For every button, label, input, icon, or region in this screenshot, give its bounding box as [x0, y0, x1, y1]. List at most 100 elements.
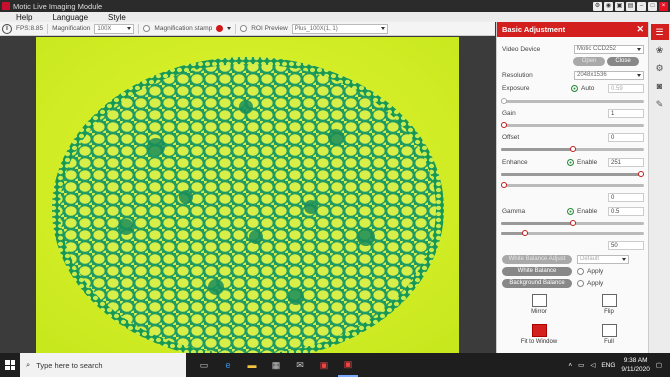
- magnification-stamp-radio[interactable]: [143, 25, 151, 32]
- system-tray: ˄ ▭ ◁ ENG 9:38 AM 9/11/2020 ▢: [568, 356, 670, 374]
- enhance-extra-field[interactable]: 0: [608, 192, 644, 202]
- menu-style[interactable]: Style: [108, 13, 126, 22]
- close-icon[interactable]: ✕: [636, 24, 644, 35]
- close-device-button[interactable]: Close: [607, 56, 639, 66]
- divider: [138, 23, 140, 34]
- network-icon[interactable]: ▭: [578, 361, 584, 369]
- white-balance-adjust-button[interactable]: White Balance Adjust: [502, 254, 572, 264]
- title-bar: Motic Live Imaging Module ⚙ ◉ ▣ ▤ – □ ×: [0, 0, 670, 12]
- menu-help[interactable]: Help: [16, 13, 32, 22]
- flip-label: Flip: [604, 309, 614, 315]
- gamma-enable-radio[interactable]: [567, 207, 574, 215]
- calibration-select[interactable]: Plus_100X(1, 1): [291, 23, 388, 34]
- exposure-slider[interactable]: [501, 97, 644, 104]
- resolution-value: 2048x1536: [577, 72, 607, 78]
- fps-readout: FPS:8.85: [16, 25, 44, 32]
- video-device-select[interactable]: Motic CCD252: [574, 44, 644, 54]
- mirror-label: Mirror: [531, 309, 547, 315]
- white-balance-mode-select[interactable]: Default: [577, 254, 629, 264]
- gain-field[interactable]: 1: [608, 108, 644, 118]
- magnification-value: 100X: [97, 25, 112, 32]
- chevron-down-icon: [127, 27, 132, 30]
- resolution-label: Resolution: [502, 71, 533, 79]
- chevron-down-icon: [637, 47, 641, 51]
- mail-icon[interactable]: ✉: [290, 353, 310, 377]
- gamma-extra-field[interactable]: 50: [608, 240, 644, 250]
- language-indicator[interactable]: ENG: [601, 362, 615, 369]
- enhance-extra-slider[interactable]: [501, 181, 644, 188]
- color-tab-icon[interactable]: ❀: [651, 42, 669, 58]
- info-icon[interactable]: i: [2, 23, 12, 34]
- panel-title: Basic Adjustment: [502, 25, 566, 34]
- motic-live-icon[interactable]: ▣: [338, 353, 358, 377]
- roi-preview-label: ROI Preview: [251, 25, 288, 32]
- motic-app-icon[interactable]: ▣: [314, 353, 334, 377]
- offset-field[interactable]: 0: [608, 132, 644, 142]
- stamp-color-swatch[interactable]: [216, 25, 224, 32]
- gamma-label: Gamma: [502, 207, 526, 215]
- magnification-select[interactable]: 100X: [94, 23, 135, 34]
- exposure-auto-radio[interactable]: [571, 84, 578, 92]
- tray-chevron-icon[interactable]: ˄: [568, 362, 572, 369]
- enhance-field[interactable]: 251: [608, 157, 644, 167]
- taskbar: ⌕ Type here to search ▭ e ▬ ▦ ✉ ▣ ▣ ˄ ▭ …: [0, 353, 670, 377]
- ruler-tab-icon[interactable]: ✎: [651, 96, 669, 112]
- start-button[interactable]: [0, 353, 20, 377]
- taskbar-search[interactable]: ⌕ Type here to search: [20, 353, 186, 377]
- panel-header: Basic Adjustment ✕: [497, 22, 648, 37]
- chevron-down-icon[interactable]: [227, 27, 232, 30]
- roi-preview-radio[interactable]: [240, 25, 248, 32]
- volume-icon[interactable]: ◁: [590, 361, 595, 369]
- clock-time: 9:38 AM: [623, 357, 648, 364]
- offset-label: Offset: [502, 133, 520, 141]
- mirror-button[interactable]: Mirror: [519, 294, 559, 315]
- background-balance-button[interactable]: Background Balance: [502, 278, 572, 288]
- full-button[interactable]: Full: [589, 324, 629, 345]
- app-logo-icon: [2, 2, 10, 10]
- adjustment-tab-icon[interactable]: ☰: [650, 24, 669, 40]
- white-balance-button[interactable]: White Balance: [502, 266, 572, 276]
- search-icon: ⌕: [26, 360, 31, 369]
- minimize-icon[interactable]: –: [637, 1, 646, 11]
- gamma-slider[interactable]: [501, 219, 644, 226]
- settings-icon[interactable]: ⚙: [593, 1, 602, 11]
- offset-slider[interactable]: [501, 145, 644, 152]
- gain-slider[interactable]: [501, 121, 644, 128]
- mirror-icon: [531, 294, 547, 307]
- basic-adjustment-panel: Basic Adjustment ✕ Video Device Motic CC…: [496, 22, 648, 353]
- chevron-down-icon: [622, 257, 626, 261]
- flip-button[interactable]: Flip: [589, 294, 629, 315]
- resolution-select[interactable]: 2048x1536: [574, 70, 644, 80]
- white-balance-apply-label: Apply: [587, 267, 604, 275]
- chevron-down-icon: [637, 73, 641, 77]
- fit-to-window-button[interactable]: Fit to Window: [515, 324, 563, 345]
- file-explorer-icon[interactable]: ▬: [242, 353, 262, 377]
- video-device-label: Video Device: [502, 45, 541, 53]
- live-image-viewer[interactable]: [0, 37, 495, 353]
- open-button[interactable]: Open: [573, 56, 605, 66]
- capture-icon[interactable]: ▤: [626, 1, 635, 11]
- white-balance-apply-radio[interactable]: [577, 267, 584, 275]
- enhance-enable-label: Enable: [577, 158, 598, 166]
- clock[interactable]: 9:38 AM 9/11/2020: [621, 356, 649, 374]
- settings-tab-icon[interactable]: ⚙: [651, 60, 669, 76]
- gamma-field[interactable]: 0.5: [608, 206, 644, 216]
- close-icon[interactable]: ×: [659, 1, 668, 11]
- camera-icon[interactable]: ◉: [604, 1, 613, 11]
- menu-language[interactable]: Language: [52, 13, 88, 22]
- maximize-icon[interactable]: □: [648, 1, 657, 11]
- view-tools: Mirror Flip Fit to Window Full: [497, 290, 649, 353]
- enhance-enable-radio[interactable]: [567, 158, 574, 166]
- exposure-field[interactable]: 0.59: [608, 83, 644, 93]
- task-view-icon[interactable]: ▭: [194, 353, 214, 377]
- gamma-extra-slider[interactable]: [501, 229, 644, 236]
- calibration-value: Plus_100X(1, 1): [294, 25, 338, 32]
- clock-date: 9/11/2020: [621, 366, 650, 373]
- background-balance-apply-radio[interactable]: [577, 279, 584, 287]
- enhance-slider[interactable]: [501, 170, 644, 177]
- notifications-icon[interactable]: ▢: [656, 361, 662, 369]
- photo-icon[interactable]: ▣: [615, 1, 624, 11]
- camera-tab-icon[interactable]: ◙: [651, 78, 669, 94]
- edge-icon[interactable]: e: [218, 353, 238, 377]
- store-icon[interactable]: ▦: [266, 353, 286, 377]
